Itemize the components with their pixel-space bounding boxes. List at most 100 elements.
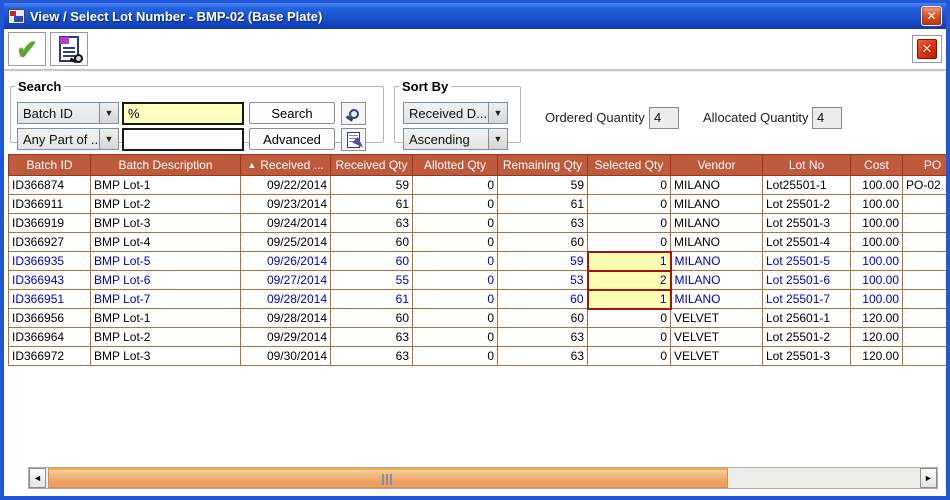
- column-header[interactable]: ▲Received ...: [241, 155, 331, 176]
- column-header[interactable]: Cost: [851, 155, 903, 176]
- table-cell[interactable]: ID366964: [9, 328, 91, 347]
- table-cell[interactable]: PO-02: [903, 176, 947, 195]
- selected-qty-cell[interactable]: 1: [588, 290, 671, 309]
- table-cell[interactable]: [903, 309, 947, 328]
- table-cell[interactable]: BMP Lot-4: [91, 233, 241, 252]
- table-cell[interactable]: 0: [588, 214, 671, 233]
- table-cell[interactable]: BMP Lot-3: [91, 347, 241, 366]
- table-row[interactable]: ID366951BMP Lot-709/28/2014610601MILANOL…: [9, 290, 947, 309]
- table-cell[interactable]: 60: [498, 290, 588, 309]
- table-cell[interactable]: 120.00: [851, 328, 903, 347]
- table-cell[interactable]: ID366943: [9, 271, 91, 290]
- table-cell[interactable]: 09/26/2014: [241, 252, 331, 271]
- table-cell[interactable]: 0: [413, 328, 498, 347]
- column-header[interactable]: Lot No: [763, 155, 851, 176]
- table-row[interactable]: ID366964BMP Lot-209/29/2014630630VELVETL…: [9, 328, 947, 347]
- table-cell[interactable]: 09/30/2014: [241, 347, 331, 366]
- titlebar-close-button[interactable]: ✕: [921, 6, 942, 26]
- table-cell[interactable]: 63: [331, 328, 413, 347]
- table-cell[interactable]: BMP Lot-6: [91, 271, 241, 290]
- table-cell[interactable]: Lot 25501-5: [763, 252, 851, 271]
- table-cell[interactable]: 09/29/2014: [241, 328, 331, 347]
- table-cell[interactable]: 09/23/2014: [241, 195, 331, 214]
- table-cell[interactable]: Lot 25501-2: [763, 328, 851, 347]
- scrollbar-thumb[interactable]: [48, 468, 728, 488]
- table-cell[interactable]: 100.00: [851, 290, 903, 309]
- table-cell[interactable]: ID366919: [9, 214, 91, 233]
- column-header[interactable]: Vendor: [671, 155, 763, 176]
- table-cell[interactable]: ID366935: [9, 252, 91, 271]
- table-cell[interactable]: 63: [498, 328, 588, 347]
- table-cell[interactable]: [903, 195, 947, 214]
- table-cell[interactable]: 0: [413, 271, 498, 290]
- table-cell[interactable]: 0: [588, 328, 671, 347]
- table-row[interactable]: ID366943BMP Lot-609/27/2014550532MILANOL…: [9, 271, 947, 290]
- table-cell[interactable]: ID366972: [9, 347, 91, 366]
- close-button[interactable]: ✕: [912, 35, 942, 63]
- accept-button[interactable]: ✔: [8, 32, 46, 66]
- table-cell[interactable]: 09/22/2014: [241, 176, 331, 195]
- table-cell[interactable]: MILANO: [671, 214, 763, 233]
- search-value2-input[interactable]: [122, 128, 244, 151]
- table-cell[interactable]: 0: [413, 195, 498, 214]
- table-cell[interactable]: MILANO: [671, 195, 763, 214]
- lots-table[interactable]: Batch IDBatch Description▲Received ... Re…: [8, 154, 946, 366]
- table-cell[interactable]: 0: [588, 176, 671, 195]
- table-cell[interactable]: 60: [331, 309, 413, 328]
- table-row[interactable]: ID366874BMP Lot-109/22/2014590590MILANOL…: [9, 176, 947, 195]
- search-field-combo[interactable]: Batch ID ▼: [17, 102, 119, 124]
- column-header[interactable]: PO: [903, 155, 947, 176]
- table-cell[interactable]: 0: [588, 233, 671, 252]
- table-cell[interactable]: ID366911: [9, 195, 91, 214]
- table-cell[interactable]: 09/28/2014: [241, 309, 331, 328]
- table-cell[interactable]: 61: [331, 290, 413, 309]
- table-cell[interactable]: 63: [498, 347, 588, 366]
- table-cell[interactable]: 61: [331, 195, 413, 214]
- table-cell[interactable]: 0: [413, 309, 498, 328]
- table-cell[interactable]: Lot 25501-2: [763, 195, 851, 214]
- table-cell[interactable]: 09/27/2014: [241, 271, 331, 290]
- sort-field-combo[interactable]: Received D... ▼: [403, 102, 508, 124]
- table-cell[interactable]: 61: [498, 195, 588, 214]
- table-cell[interactable]: Lot 25501-4: [763, 233, 851, 252]
- search-button[interactable]: Search: [249, 102, 335, 124]
- table-cell[interactable]: [903, 214, 947, 233]
- table-cell[interactable]: BMP Lot-7: [91, 290, 241, 309]
- table-cell[interactable]: 59: [331, 176, 413, 195]
- table-cell[interactable]: Lot25501-1: [763, 176, 851, 195]
- scroll-left-button[interactable]: ◄: [29, 468, 46, 488]
- chevron-down-icon[interactable]: ▼: [488, 103, 507, 123]
- table-cell[interactable]: 100.00: [851, 176, 903, 195]
- column-header[interactable]: Remaining Qty: [498, 155, 588, 176]
- table-cell[interactable]: 0: [588, 347, 671, 366]
- column-header[interactable]: Batch ID: [9, 155, 91, 176]
- table-cell[interactable]: [903, 233, 947, 252]
- table-cell[interactable]: ID366951: [9, 290, 91, 309]
- table-cell[interactable]: 0: [413, 347, 498, 366]
- table-cell[interactable]: Lot 25501-3: [763, 214, 851, 233]
- table-cell[interactable]: MILANO: [671, 252, 763, 271]
- table-cell[interactable]: Lot 25501-3: [763, 347, 851, 366]
- search-value-input[interactable]: [122, 102, 244, 125]
- table-cell[interactable]: MILANO: [671, 290, 763, 309]
- table-cell[interactable]: VELVET: [671, 309, 763, 328]
- table-cell[interactable]: 100.00: [851, 271, 903, 290]
- table-cell[interactable]: BMP Lot-1: [91, 309, 241, 328]
- titlebar[interactable]: View / Select Lot Number - BMP-02 (Base …: [4, 3, 946, 29]
- chevron-down-icon[interactable]: ▼: [488, 129, 507, 149]
- table-cell[interactable]: 60: [498, 309, 588, 328]
- table-cell[interactable]: 60: [331, 233, 413, 252]
- table-cell[interactable]: [903, 252, 947, 271]
- table-cell[interactable]: 0: [413, 214, 498, 233]
- table-cell[interactable]: [903, 328, 947, 347]
- table-cell[interactable]: 0: [413, 176, 498, 195]
- table-cell[interactable]: ID366927: [9, 233, 91, 252]
- table-cell[interactable]: 55: [331, 271, 413, 290]
- table-cell[interactable]: 59: [498, 252, 588, 271]
- table-cell[interactable]: [903, 290, 947, 309]
- table-cell[interactable]: 0: [413, 233, 498, 252]
- horizontal-scrollbar[interactable]: ◄ ►: [28, 467, 938, 489]
- table-cell[interactable]: 120.00: [851, 347, 903, 366]
- table-cell[interactable]: 09/24/2014: [241, 214, 331, 233]
- column-header[interactable]: Batch Description: [91, 155, 241, 176]
